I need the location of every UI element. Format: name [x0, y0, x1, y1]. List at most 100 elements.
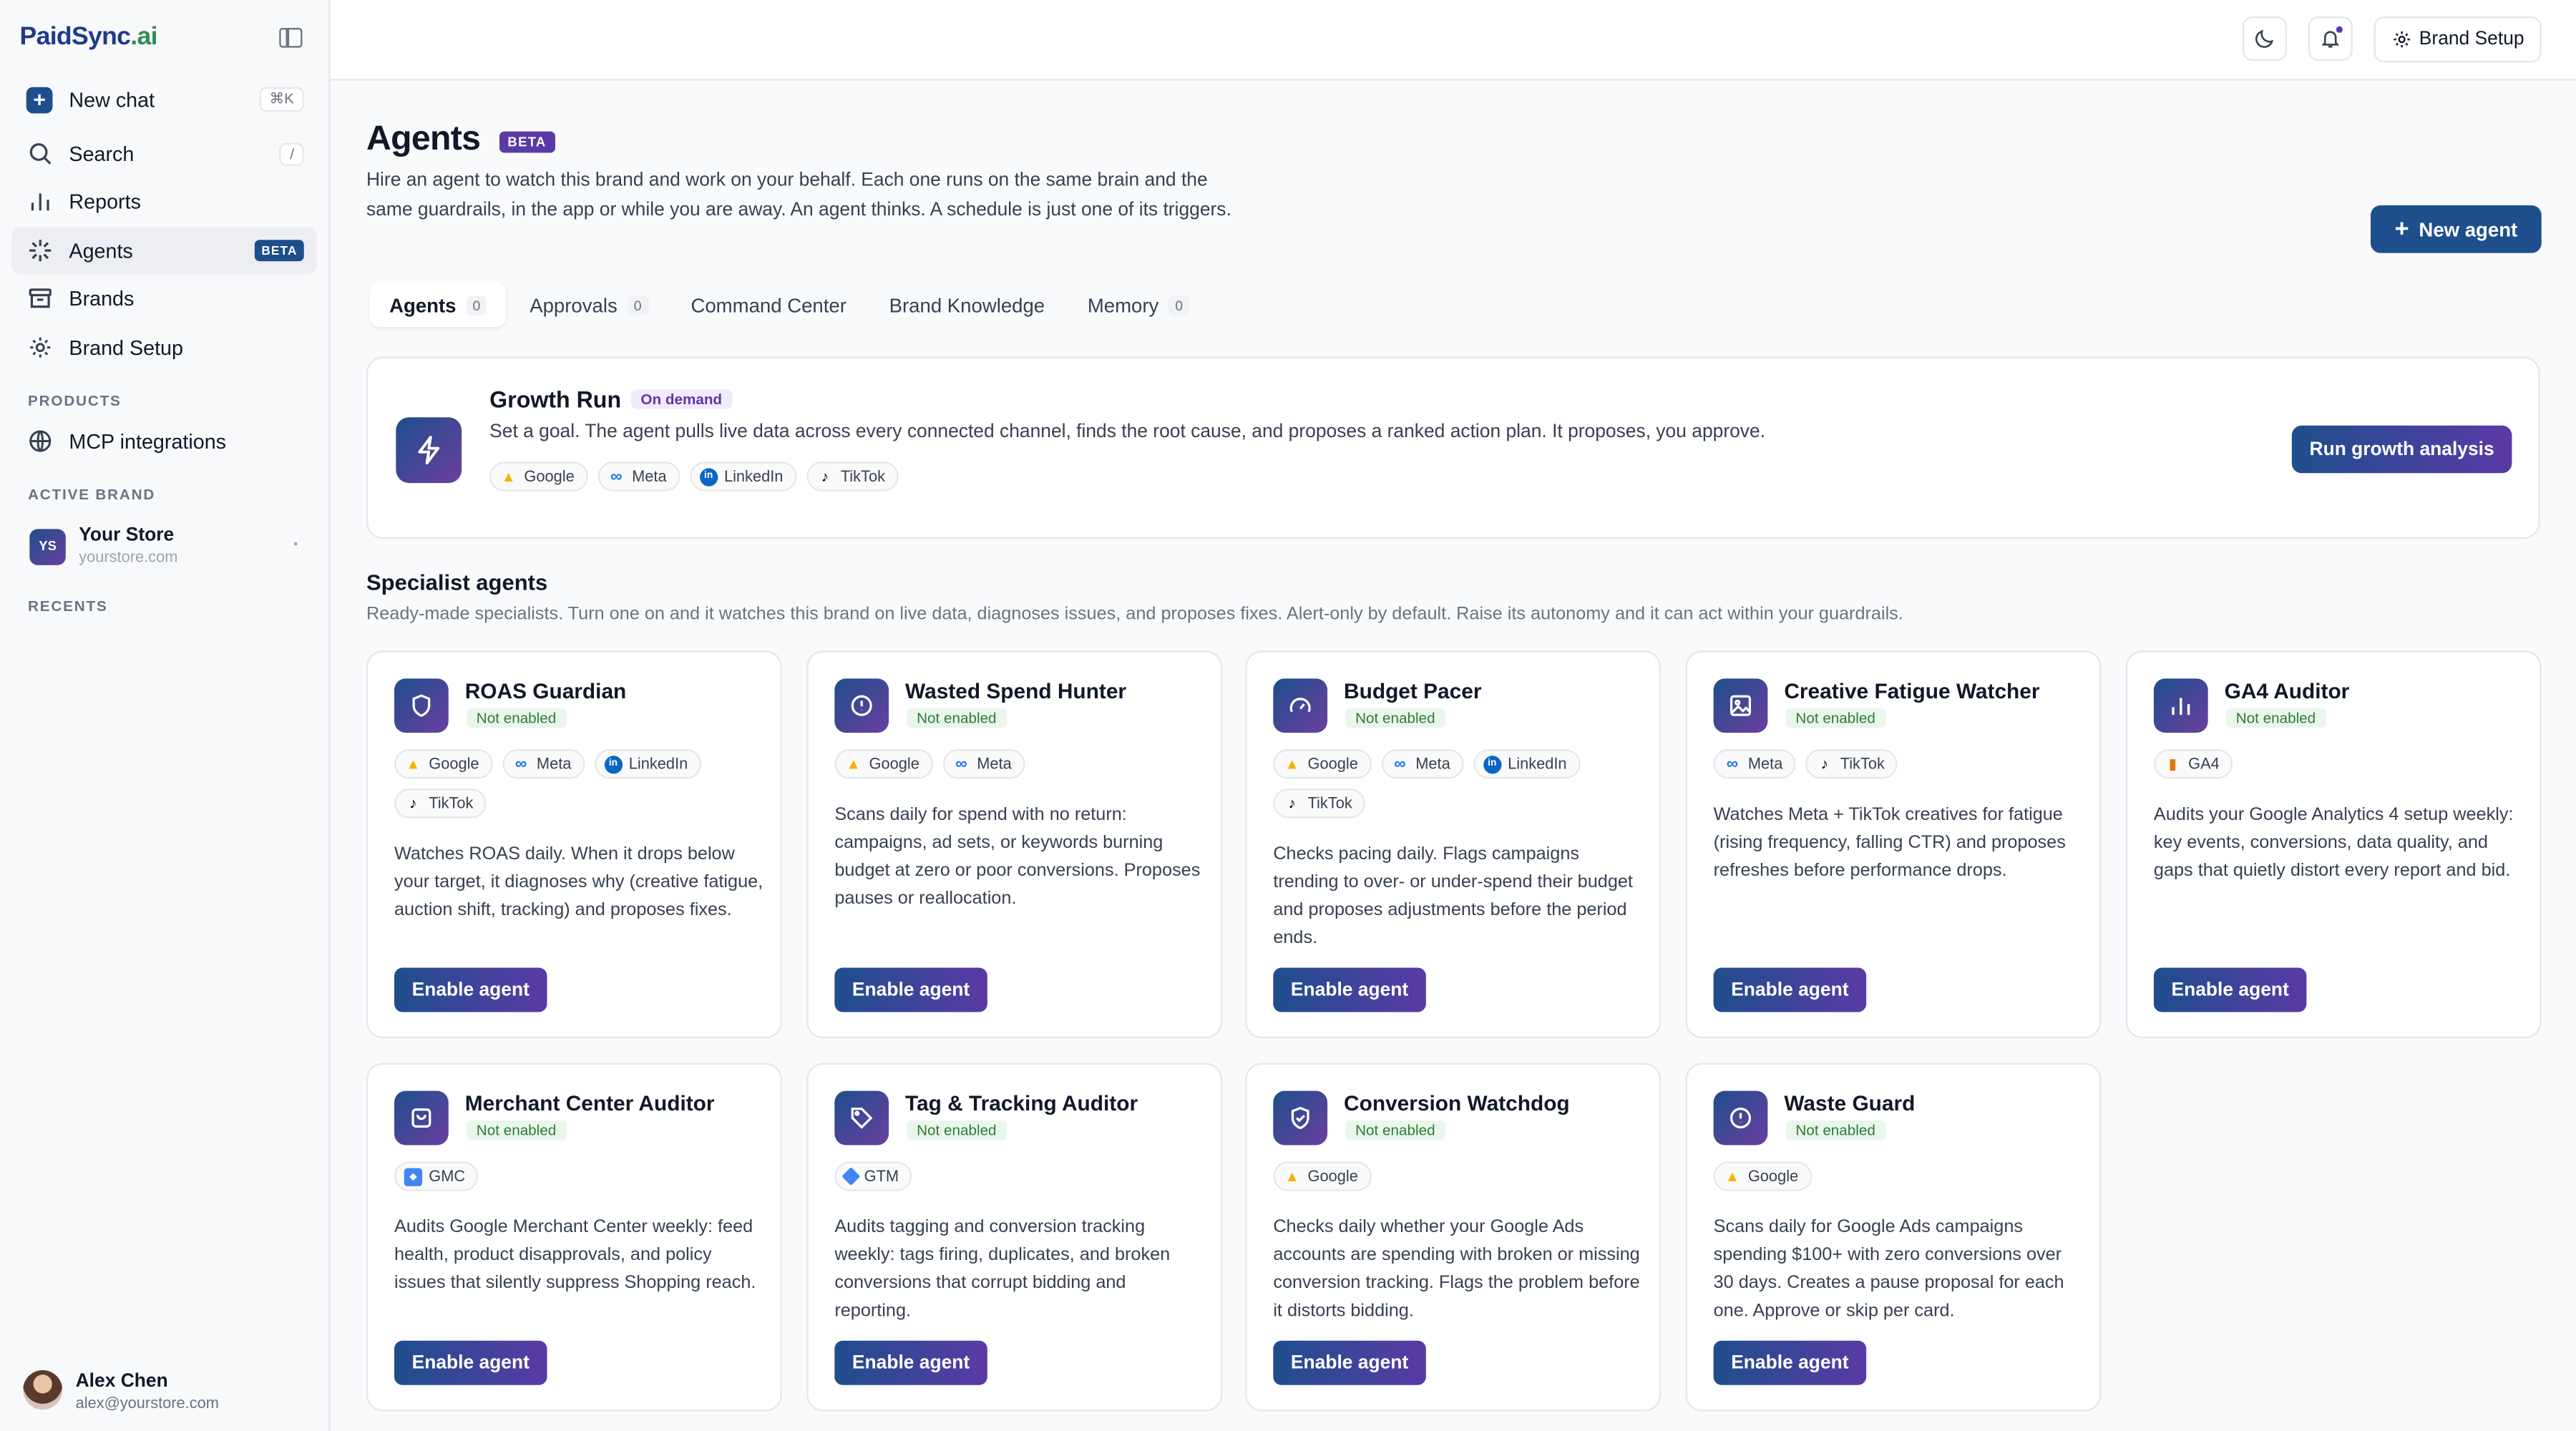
status-badge: Not enabled [2225, 708, 2326, 728]
agent-card: Waste Guard Not enabled ▲ Google Scans daily… [1685, 1063, 2102, 1412]
tab-approvals[interactable]: Approvals 0 [510, 283, 668, 327]
agent-card: Creative Fatigue Watcher Not enabled ∞ Meta… [1685, 650, 2102, 1039]
agent-channels: GTM [834, 1161, 1204, 1191]
active-brand-section-label: ACTIVE BRAND [28, 486, 156, 503]
shield-icon [394, 678, 449, 733]
agent-name: Creative Fatigue Watcher [1784, 678, 2040, 703]
sparkle-icon [24, 236, 54, 265]
user-profile[interactable]: Alex Chen alex@yourstore.com [23, 1369, 318, 1415]
enable-agent-button[interactable]: Enable agent [834, 967, 987, 1012]
agent-description: Audits your Google Analytics 4 setup wee… [2153, 805, 2514, 881]
merchant-center-icon: ◆ [404, 1167, 423, 1186]
channel-label: GA4 [2188, 755, 2220, 773]
enable-agent-button[interactable]: Enable agent [1713, 967, 1867, 1012]
shield-check-icon [1273, 1090, 1328, 1146]
agent-channels: ▲ Google ∞ Meta in LinkedIn ♪ TikTok [1273, 749, 1643, 819]
search-shortcut: / [280, 142, 304, 165]
status-badge: Not enabled [907, 1120, 1007, 1141]
agent-card: Wasted Spend Hunter Not enabled ▲ Google ∞ Me… [806, 650, 1223, 1039]
gear-icon [2391, 29, 2411, 49]
enable-agent-button[interactable]: Enable agent [834, 1340, 987, 1385]
channel-chip: ♪ TikTok [806, 461, 899, 492]
status-badge: Not enabled [467, 708, 567, 728]
enable-agent-button[interactable]: Enable agent [1273, 967, 1426, 1012]
sidebar-item-brands[interactable]: Brands [11, 274, 317, 322]
recents-section-label: RECENTS [28, 597, 108, 615]
app-logo[interactable]: PaidSync.ai [20, 23, 158, 52]
brand-setup-button[interactable]: Brand Setup [2373, 16, 2542, 63]
brand-menu-icon[interactable] [293, 542, 298, 546]
tag-icon [834, 1090, 889, 1146]
enable-agent-button[interactable]: Enable agent [1273, 1340, 1426, 1385]
channel-chip: in LinkedIn [689, 461, 796, 492]
lightning-icon [396, 417, 462, 484]
active-brand-switcher[interactable]: YS Your Store yourstore.com [29, 526, 308, 572]
sidebar-item-search[interactable]: Search / [11, 130, 317, 177]
enable-agent-button[interactable]: Enable agent [394, 967, 547, 1012]
channel-chip: in LinkedIn [594, 749, 701, 779]
products-section-label: PRODUCTS [28, 392, 122, 409]
sidebar-item-agents[interactable]: Agents BETA [11, 226, 318, 275]
gauge-icon [1273, 678, 1328, 733]
enable-agent-button[interactable]: Enable agent [394, 1340, 547, 1385]
brand-setup-button-label: Brand Setup [2419, 29, 2524, 49]
channel-label: Meta [536, 755, 572, 773]
globe-icon [24, 426, 54, 456]
agent-channels: ▲ Google ∞ Meta in LinkedIn ♪ TikTok [394, 749, 764, 819]
channel-chip: ∞ Meta [942, 749, 1025, 779]
enable-agent-button[interactable]: Enable agent [1713, 1340, 1867, 1385]
status-badge: Not enabled [1345, 1120, 1445, 1141]
agent-description: Checks pacing daily. Flags campaigns tre… [1273, 844, 1633, 948]
sidebar-toggle-icon[interactable] [279, 28, 303, 48]
agent-card: Budget Pacer Not enabled ▲ Google ∞ Meta in Lin… [1245, 650, 1662, 1039]
growth-run-card: Growth Run On demand Set a goal. The age… [366, 356, 2540, 539]
status-badge: Not enabled [1345, 708, 1445, 728]
channel-label: Meta [632, 467, 667, 486]
run-growth-analysis-button[interactable]: Run growth analysis [2291, 425, 2512, 474]
channel-label: GTM [864, 1167, 899, 1186]
tab-memory[interactable]: Memory 0 [1068, 283, 1209, 327]
new-chat-shortcut: ⌘K [259, 87, 304, 112]
bell-icon [2320, 26, 2343, 49]
moon-icon [2254, 28, 2275, 49]
sidebar-item-reports[interactable]: Reports [11, 177, 317, 225]
tag-manager-icon [841, 1167, 861, 1186]
tab-brand-knowledge[interactable]: Brand Knowledge [869, 283, 1065, 327]
channel-chip: ♪ TikTok [1805, 749, 1898, 779]
agent-name: Budget Pacer [1344, 678, 1482, 703]
new-agent-label: New agent [2419, 218, 2518, 241]
channel-label: Meta [1415, 755, 1450, 773]
reports-label: Reports [69, 190, 141, 213]
archive-icon [24, 283, 54, 313]
sidebar-item-mcp[interactable]: MCP integrations [11, 417, 317, 465]
channel-chip: GTM [834, 1161, 912, 1191]
agent-description: Scans daily for Google Ads campaigns spe… [1713, 1217, 2064, 1322]
agent-channels: ▮ GA4 [2153, 749, 2524, 779]
enable-agent-button[interactable]: Enable agent [2153, 967, 2307, 1012]
sidebar-item-brand-setup[interactable]: Brand Setup [11, 323, 317, 371]
page-title: Agents [366, 119, 481, 158]
ga4-icon: ▮ [2168, 755, 2177, 772]
google-icon: ▲ [501, 468, 516, 485]
channel-label: LinkedIn [1508, 755, 1567, 773]
plus-icon: + [2394, 215, 2409, 243]
specialist-agents-description: Ready-made specialists. Turn one on and … [366, 605, 1903, 625]
new-chat-button[interactable]: + New chat ⌘K [11, 76, 317, 124]
tab-agents[interactable]: Agents 0 [369, 282, 507, 327]
new-agent-button[interactable]: + New agent [2370, 205, 2542, 253]
channel-label: Google [429, 755, 479, 773]
status-badge: Not enabled [907, 708, 1007, 728]
tab-command-center[interactable]: Command Center [671, 283, 867, 327]
beta-badge: BETA [255, 240, 304, 262]
growth-run-channels: ▲ Google ∞ Meta in LinkedIn ♪ TikTok [489, 461, 899, 492]
agent-card: Tag & Tracking Auditor Not enabled GTM Audi… [806, 1063, 1223, 1412]
channel-chip: ∞ Meta [597, 461, 680, 492]
theme-toggle-button[interactable] [2242, 16, 2287, 61]
tiktok-icon: ♪ [1288, 795, 1296, 812]
brands-label: Brands [69, 286, 135, 310]
status-badge: Not enabled [467, 1120, 567, 1141]
alert-circle-icon [834, 678, 889, 733]
brand-avatar: YS [29, 529, 66, 565]
notifications-button[interactable] [2308, 16, 2353, 61]
agent-name: GA4 Auditor [2224, 678, 2350, 703]
